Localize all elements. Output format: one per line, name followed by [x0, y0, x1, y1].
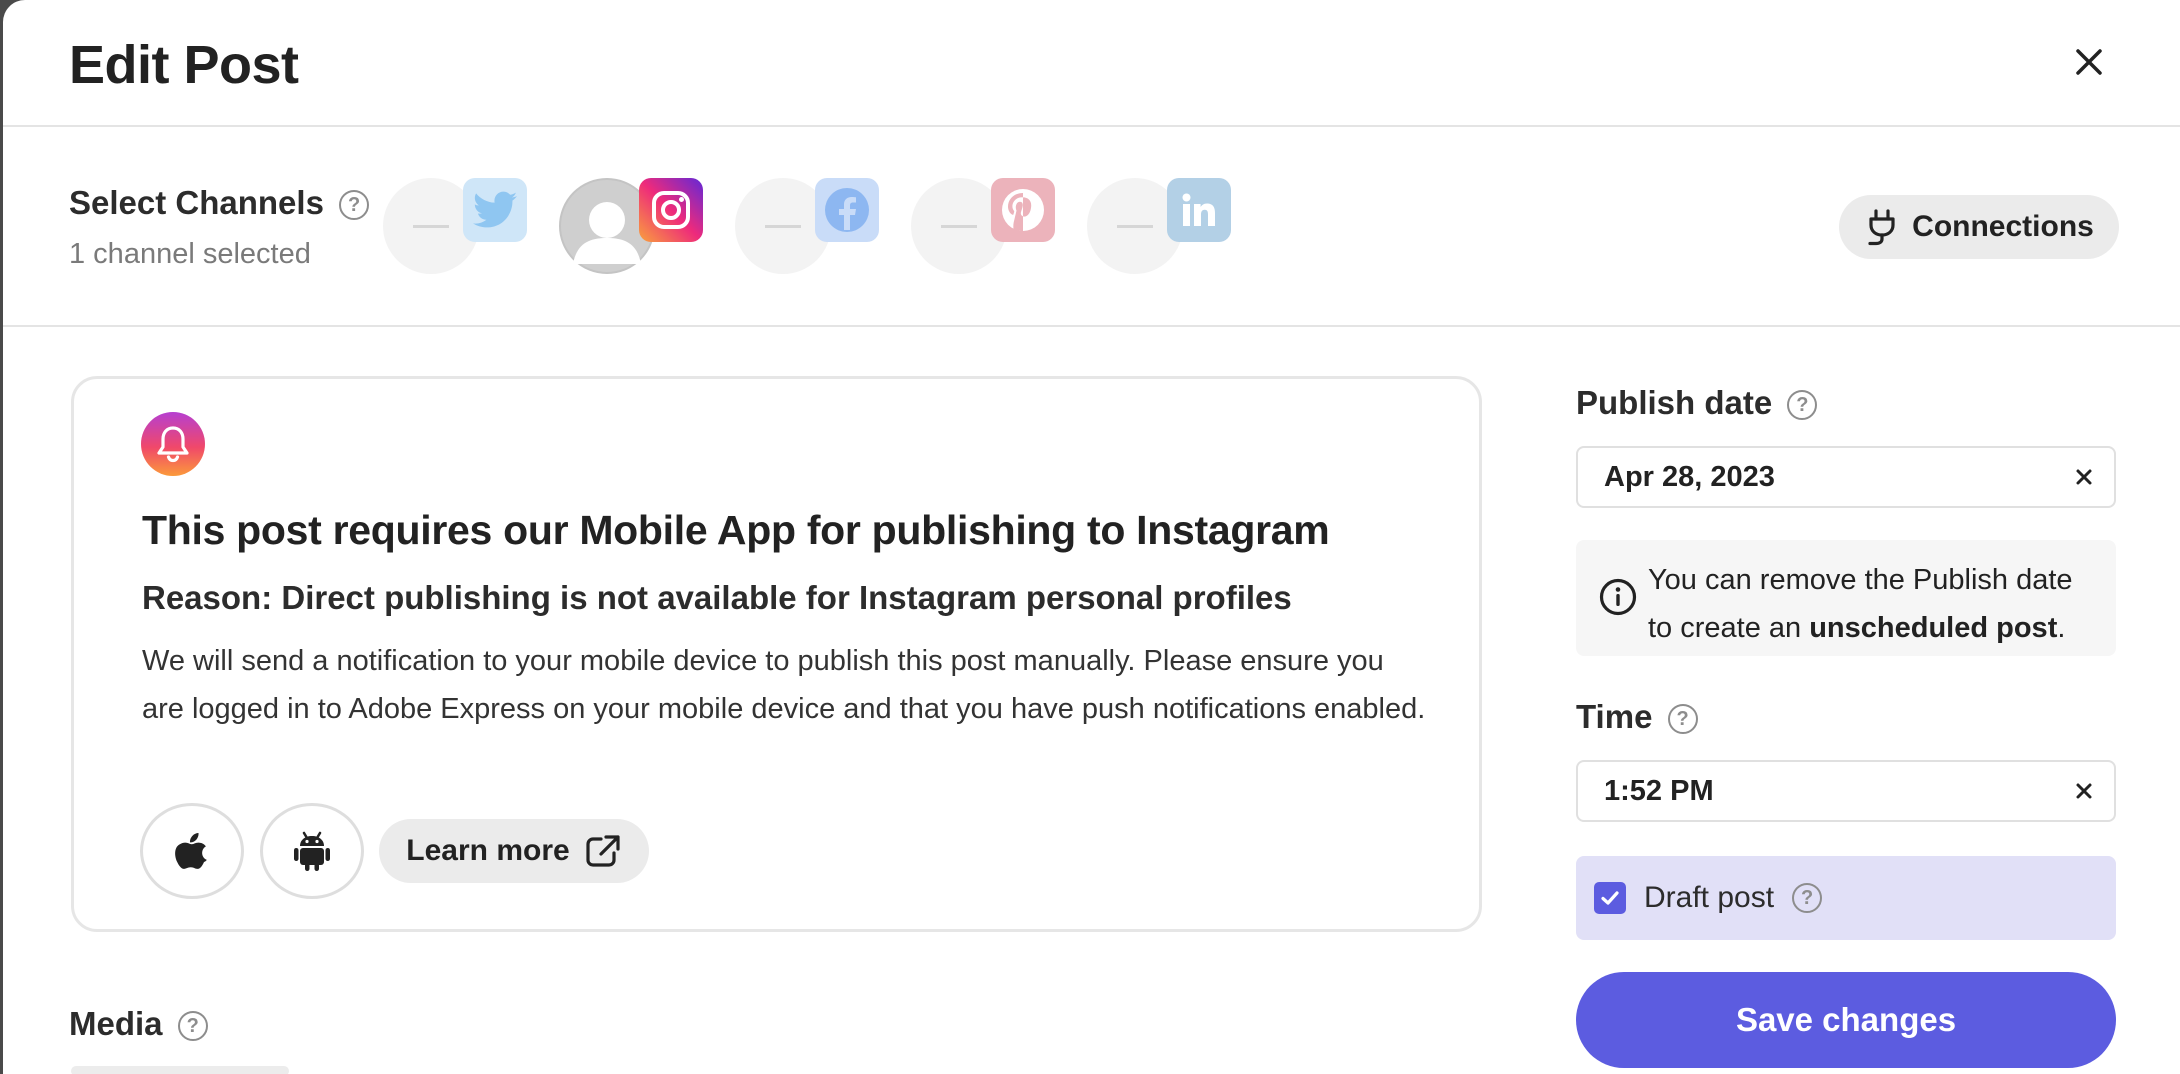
channel-pinterest[interactable] [911, 178, 1071, 278]
notice-body: We will send a notification to your mobi… [142, 645, 1426, 725]
info-icon [1599, 578, 1637, 616]
clear-time-icon[interactable] [2072, 779, 2096, 803]
help-icon[interactable]: ? [1667, 704, 1698, 735]
notice-title: This post requires our Mobile App for pu… [142, 507, 1330, 553]
channel-instagram[interactable] [559, 178, 719, 278]
notification-bell-icon [141, 412, 205, 476]
mobile-app-notice: This post requires our Mobile App for pu… [71, 376, 1482, 932]
draft-post-label: Draft post [1644, 881, 1775, 914]
connections-button[interactable]: Connections [1839, 195, 2119, 259]
twitter-icon [463, 178, 527, 242]
draft-post-checkbox[interactable] [1594, 882, 1626, 914]
help-icon[interactable]: ? [339, 190, 370, 221]
draft-post-option: Draft post ? [1576, 856, 2116, 940]
learn-more-button[interactable]: Learn more [379, 819, 649, 883]
time-label: Time ? [1576, 698, 1698, 736]
publish-date-field[interactable]: Apr 28, 2023 [1576, 446, 2116, 508]
help-icon[interactable]: ? [1792, 883, 1823, 913]
android-icon [294, 831, 330, 871]
close-icon [2076, 49, 2102, 75]
checkmark-icon [1601, 891, 1619, 905]
unscheduled-info-text: You can remove the Publish date to creat… [1648, 564, 2073, 644]
modal-header: Edit Post [3, 0, 2180, 127]
media-label: Media ? [69, 1005, 208, 1043]
connections-label: Connections [1912, 210, 2094, 243]
time-value: 1:52 PM [1604, 774, 1714, 807]
edit-post-modal: Edit Post Select Channels ? 1 channel se… [3, 0, 2180, 1074]
instagram-icon [639, 178, 703, 242]
channel-facebook[interactable] [735, 178, 895, 278]
external-link-icon [586, 835, 620, 867]
save-changes-button[interactable]: Save changes [1576, 972, 2116, 1068]
channels-selected-count: 1 channel selected [69, 238, 311, 270]
clear-date-icon[interactable] [2072, 465, 2096, 489]
pinterest-icon [991, 178, 1055, 242]
apple-icon [175, 833, 207, 869]
close-button[interactable] [2067, 40, 2111, 84]
help-icon[interactable]: ? [177, 1011, 208, 1042]
help-icon[interactable]: ? [1787, 390, 1818, 421]
media-area[interactable] [71, 1066, 289, 1074]
publish-date-value: Apr 28, 2023 [1604, 460, 1775, 493]
facebook-icon [815, 178, 879, 242]
channel-twitter[interactable] [383, 178, 543, 278]
linkedin-icon [1167, 178, 1231, 242]
time-field[interactable]: 1:52 PM [1576, 760, 2116, 822]
select-channels-label: Select Channels ? [69, 184, 370, 222]
notice-reason: Reason: Direct publishing is not availab… [142, 579, 1292, 616]
publish-date-label: Publish date ? [1576, 384, 1818, 422]
learn-more-label: Learn more [406, 834, 570, 867]
unscheduled-info-box: You can remove the Publish date to creat… [1576, 540, 2116, 656]
android-app-button[interactable] [260, 803, 364, 899]
plug-icon [1868, 209, 1895, 246]
page-title: Edit Post [69, 35, 299, 95]
ios-app-button[interactable] [140, 803, 244, 899]
channel-linkedin[interactable] [1087, 178, 1247, 278]
